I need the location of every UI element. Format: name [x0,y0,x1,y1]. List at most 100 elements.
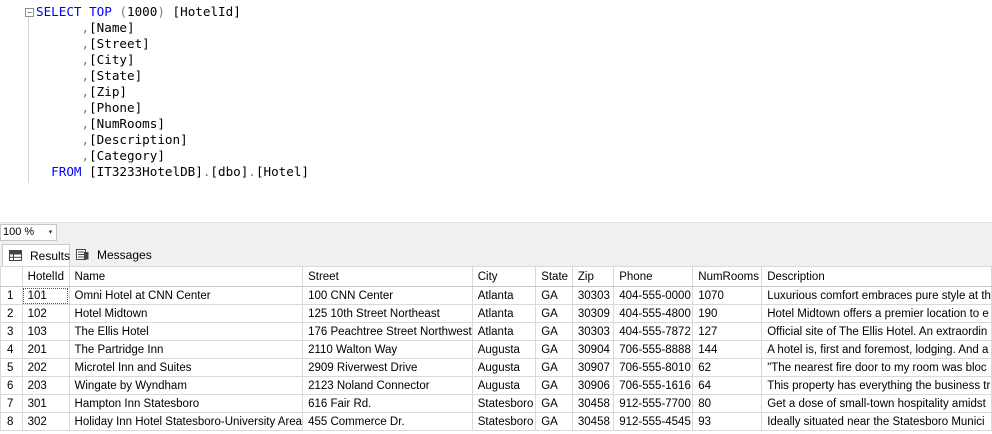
table-cell[interactable]: 102 [21,304,70,323]
table-cell[interactable]: 30907 [571,358,615,377]
code-line[interactable]: ,[Category] [36,148,309,164]
column-header[interactable]: Phone [613,266,694,287]
table-cell[interactable]: Augusta [471,376,537,395]
table-cell[interactable]: 30309 [571,304,615,323]
table-cell[interactable]: 202 [21,358,70,377]
zoom-dropdown[interactable]: 100 % ▾ [0,224,57,241]
column-header[interactable]: State [535,266,573,287]
table-row[interactable]: 4 201 The Partridge Inn 2110 Walton Way Augu… [0,340,992,359]
table-cell[interactable]: 103 [21,322,70,341]
column-header[interactable]: City [471,266,537,287]
table-cell[interactable]: The Ellis Hotel [68,322,304,341]
results-grid[interactable]: HotelId Name Street City State Zip Phone NumRoo… [0,266,992,434]
table-row[interactable]: 6 203 Wingate by Wyndham 2123 Noland Connec… [0,376,992,395]
table-cell[interactable]: Hampton Inn Statesboro [68,394,304,413]
table-cell[interactable]: 62 [692,358,763,377]
table-cell[interactable]: 64 [692,376,763,395]
table-cell[interactable]: 127 [692,322,763,341]
table-cell[interactable]: Atlanta [471,286,537,305]
table-cell[interactable]: 80 [692,394,763,413]
code-line[interactable]: ,[Name] [36,20,309,36]
column-header[interactable]: NumRooms [692,266,763,287]
table-cell[interactable]: GA [535,412,573,431]
row-number[interactable]: 5 [0,358,23,377]
table-cell[interactable]: 404-555-0000 [613,286,694,305]
table-cell[interactable]: 176 Peachtree Street Northwest [302,322,473,341]
table-cell[interactable]: 30458 [571,412,615,431]
row-number[interactable]: 6 [0,376,23,395]
table-cell[interactable]: The Partridge Inn [68,340,304,359]
code-line[interactable]: ,[City] [36,52,309,68]
code-line[interactable]: ,[Street] [36,36,309,52]
table-cell[interactable]: Atlanta [471,304,537,323]
row-number[interactable]: 4 [0,340,23,359]
table-row[interactable]: 8 302 Holiday Inn Hotel Statesboro-Univers… [0,412,992,431]
table-cell[interactable]: GA [535,286,573,305]
table-cell[interactable]: Holiday Inn Hotel Statesboro-University … [68,412,304,431]
row-number[interactable]: 1 [0,286,23,305]
table-cell[interactable]: Hotel Midtown [68,304,304,323]
code-line[interactable]: ,[Zip] [36,84,309,100]
column-header[interactable]: Zip [571,266,615,287]
table-cell[interactable]: Augusta [471,340,537,359]
table-cell[interactable]: Ideally situated near the Statesboro Mun… [761,412,992,431]
horizontal-scrollbar[interactable] [60,228,992,237]
table-cell[interactable]: 30904 [571,340,615,359]
table-cell[interactable]: Official site of The Ellis Hotel. An ext… [761,322,992,341]
table-cell[interactable]: 30458 [571,394,615,413]
table-cell[interactable]: Get a dose of small-town hospitality ami… [761,394,992,413]
column-header[interactable]: HotelId [21,266,70,287]
table-cell[interactable]: 706-555-8888 [613,340,694,359]
table-cell[interactable]: GA [535,358,573,377]
table-cell[interactable]: A hotel is, first and foremost, lodging.… [761,340,992,359]
code-line[interactable]: ,[NumRooms] [36,116,309,132]
table-cell[interactable]: 404-555-4800 [613,304,694,323]
table-cell[interactable]: 144 [692,340,763,359]
table-cell[interactable]: 2123 Noland Connector [302,376,473,395]
table-cell[interactable]: GA [535,340,573,359]
column-header[interactable]: Name [68,266,304,287]
tab-results[interactable]: Results [2,244,70,267]
sql-editor[interactable]: − SELECT TOP (1000) [HotelId] ,[Name] ,[… [0,0,992,222]
table-cell[interactable]: 203 [21,376,70,395]
row-header-corner[interactable] [0,266,23,287]
table-cell[interactable]: Statesboro [471,412,537,431]
table-cell[interactable]: 2909 Riverwest Drive [302,358,473,377]
table-cell[interactable]: GA [535,322,573,341]
table-cell[interactable]: 125 10th Street Northeast [302,304,473,323]
table-cell[interactable]: GA [535,376,573,395]
tab-messages[interactable]: Messages [70,244,152,266]
table-cell[interactable]: Atlanta [471,322,537,341]
chevron-down-icon[interactable]: ▾ [46,225,55,240]
table-cell[interactable]: 706-555-1616 [613,376,694,395]
code-line[interactable]: SELECT TOP (1000) [HotelId] [36,4,309,20]
table-cell[interactable]: 30303 [571,286,615,305]
sql-code[interactable]: SELECT TOP (1000) [HotelId] ,[Name] ,[St… [36,4,309,180]
table-row[interactable]: 2 102 Hotel Midtown 125 10th Street Northea… [0,304,992,323]
table-cell[interactable]: 101 [21,286,70,305]
table-row[interactable]: 7 301 Hampton Inn Statesboro 616 Fair Rd. St… [0,394,992,413]
code-line[interactable]: ,[State] [36,68,309,84]
table-cell[interactable]: "The nearest fire door to my room was bl… [761,358,992,377]
table-cell[interactable]: 455 Commerce Dr. [302,412,473,431]
table-cell[interactable]: 302 [21,412,70,431]
table-row[interactable]: 5 202 Microtel Inn and Suites 2909 Riverwes… [0,358,992,377]
table-cell[interactable]: Augusta [471,358,537,377]
table-cell[interactable]: 201 [21,340,70,359]
row-number[interactable]: 8 [0,412,23,431]
code-line[interactable]: ,[Description] [36,132,309,148]
table-cell[interactable]: 616 Fair Rd. [302,394,473,413]
table-cell[interactable]: This property has everything the busines… [761,376,992,395]
table-cell[interactable]: Statesboro [471,394,537,413]
table-row[interactable]: 3 103 The Ellis Hotel 176 Peachtree Street … [0,322,992,341]
table-cell[interactable]: 706-555-8010 [613,358,694,377]
table-cell[interactable]: Hotel Midtown offers a premier location … [761,304,992,323]
table-cell[interactable]: 912-555-4545 [613,412,694,431]
table-cell[interactable]: Omni Hotel at CNN Center [68,286,304,305]
table-cell[interactable]: Wingate by Wyndham [68,376,304,395]
table-cell[interactable]: Microtel Inn and Suites [68,358,304,377]
table-cell[interactable]: 1070 [692,286,763,305]
table-cell[interactable]: 301 [21,394,70,413]
table-cell[interactable]: 2110 Walton Way [302,340,473,359]
table-cell[interactable]: GA [535,394,573,413]
